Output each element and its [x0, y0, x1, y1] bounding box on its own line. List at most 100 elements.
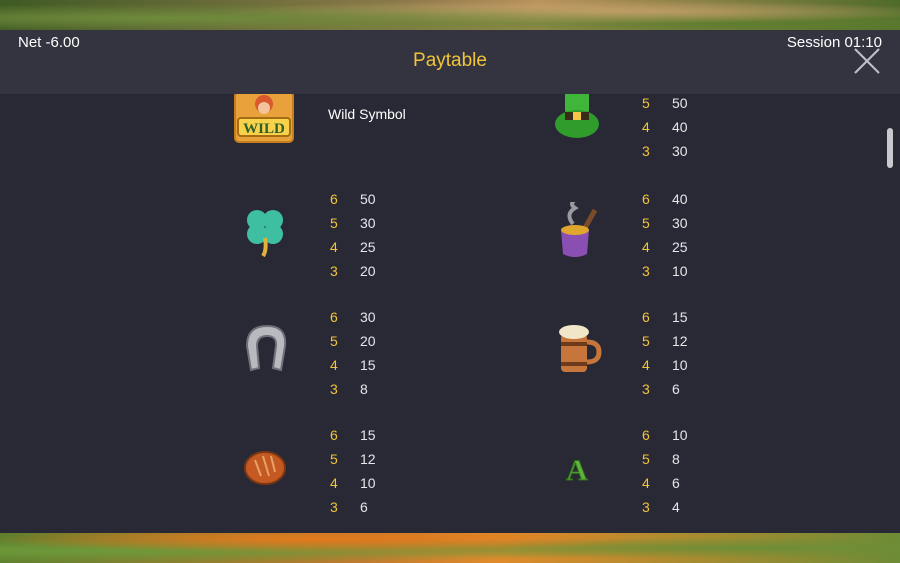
- pay-row: 5 12: [330, 451, 376, 469]
- pay-count: 6: [642, 427, 650, 443]
- pay-count: 5: [642, 215, 650, 231]
- svg-text:A: A: [566, 454, 588, 487]
- wild-symbol-label: Wild Symbol: [328, 106, 406, 122]
- pay-row: 5 30: [330, 215, 376, 233]
- pay-row: 3 10: [642, 263, 688, 281]
- paytable-header: Net -6.00 Session 01:10 Paytable: [0, 30, 900, 94]
- pay-count: 3: [642, 499, 650, 515]
- pay-row: 3 30: [642, 143, 688, 161]
- pay-count: 3: [330, 263, 338, 279]
- pay-count: 6: [330, 427, 338, 443]
- four-leaf-clover-icon: [247, 210, 283, 258]
- pay-value: 10: [672, 427, 688, 443]
- pay-row: 34: [642, 499, 680, 517]
- wild-leprechaun-icon: WILD: [234, 94, 294, 143]
- pay-value: 30: [672, 143, 688, 159]
- game-background-top: [0, 0, 900, 30]
- pay-row: 6 15: [642, 309, 688, 327]
- pay-value: 25: [672, 239, 688, 255]
- pay-value: 8: [672, 451, 680, 467]
- pay-row: 4 40: [642, 119, 688, 137]
- pay-row: 4 25: [330, 239, 376, 257]
- pay-count: 4: [330, 357, 338, 373]
- pay-row: 5 30: [642, 215, 688, 233]
- pay-count: 5: [330, 333, 338, 349]
- pay-value: 15: [360, 427, 376, 443]
- pay-row: 46: [642, 475, 680, 493]
- pay-value: 50: [672, 95, 688, 111]
- scrollbar[interactable]: [887, 128, 893, 168]
- pay-count: 5: [642, 451, 650, 467]
- pay-value: 15: [672, 309, 688, 325]
- paytable-content[interactable]: WILD Wild Symbol 5 50 4 40 3 30 6 50 5 30 4 25…: [0, 94, 900, 533]
- pay-count: 5: [642, 95, 650, 111]
- pay-value: 10: [672, 263, 688, 279]
- pay-count: 3: [642, 381, 650, 397]
- pay-row: 6 10: [642, 427, 688, 445]
- pay-value: 20: [360, 263, 376, 279]
- pay-value: 8: [360, 381, 368, 397]
- green-hat-icon: [555, 94, 599, 138]
- beer-mug-icon: [559, 325, 602, 372]
- pay-row: 3 20: [330, 263, 376, 281]
- game-background-bottom: [0, 533, 900, 563]
- pay-value: 40: [672, 191, 688, 207]
- pay-value: 12: [360, 451, 376, 467]
- pay-row: 4 15: [330, 357, 376, 375]
- pay-row: 4 10: [642, 357, 688, 375]
- pay-count: 6: [330, 191, 338, 207]
- pay-row: 5 50: [642, 95, 688, 113]
- pay-value: 30: [360, 215, 376, 231]
- pay-count: 4: [330, 475, 338, 491]
- pay-count: 5: [330, 215, 338, 231]
- pay-count: 3: [642, 263, 650, 279]
- letter-a-icon: A: [566, 454, 589, 488]
- pay-count: 4: [642, 239, 650, 255]
- pay-count: 4: [642, 357, 650, 373]
- pay-count: 4: [330, 239, 338, 255]
- pay-value: 50: [360, 191, 376, 207]
- pay-value: 30: [672, 215, 688, 231]
- bread-icon: [244, 451, 286, 485]
- svg-text:WILD: WILD: [243, 121, 285, 137]
- pay-count: 6: [330, 309, 338, 325]
- pay-row: 5 20: [330, 333, 376, 351]
- pay-row: 6 50: [330, 191, 376, 209]
- page-title: Paytable: [413, 50, 487, 71]
- pay-count: 6: [642, 191, 650, 207]
- pay-value: 6: [672, 475, 680, 491]
- pay-value: 40: [672, 119, 688, 135]
- pay-row: 4 25: [642, 239, 688, 257]
- pay-row: 38: [330, 381, 368, 399]
- close-icon[interactable]: [852, 46, 882, 76]
- pipe-icon: [561, 202, 598, 257]
- pay-row: 4 10: [330, 475, 376, 493]
- pay-value: 25: [360, 239, 376, 255]
- pay-row: 5 12: [642, 333, 688, 351]
- pay-value: 12: [672, 333, 688, 349]
- pay-count: 3: [330, 499, 338, 515]
- pay-row: 6 40: [642, 191, 688, 209]
- pay-value: 20: [360, 333, 376, 349]
- pay-row: 36: [330, 499, 368, 517]
- pay-count: 4: [642, 119, 650, 135]
- pay-value: 30: [360, 309, 376, 325]
- pay-count: 5: [642, 333, 650, 349]
- pay-row: 6 30: [330, 309, 376, 327]
- pay-count: 6: [642, 309, 650, 325]
- pay-row: 36: [642, 381, 680, 399]
- pay-count: 4: [642, 475, 650, 491]
- pay-count: 5: [330, 451, 338, 467]
- pay-value: 10: [360, 475, 376, 491]
- horseshoe-icon: [245, 324, 287, 372]
- pay-value: 10: [672, 357, 688, 373]
- pay-row: 58: [642, 451, 680, 469]
- pay-value: 15: [360, 357, 376, 373]
- net-amount: Net -6.00: [18, 34, 80, 51]
- pay-value: 6: [360, 499, 368, 515]
- pay-count: 3: [642, 143, 650, 159]
- pay-count: 3: [330, 381, 338, 397]
- pay-value: 6: [672, 381, 680, 397]
- pay-row: 6 15: [330, 427, 376, 445]
- pay-value: 4: [672, 499, 680, 515]
